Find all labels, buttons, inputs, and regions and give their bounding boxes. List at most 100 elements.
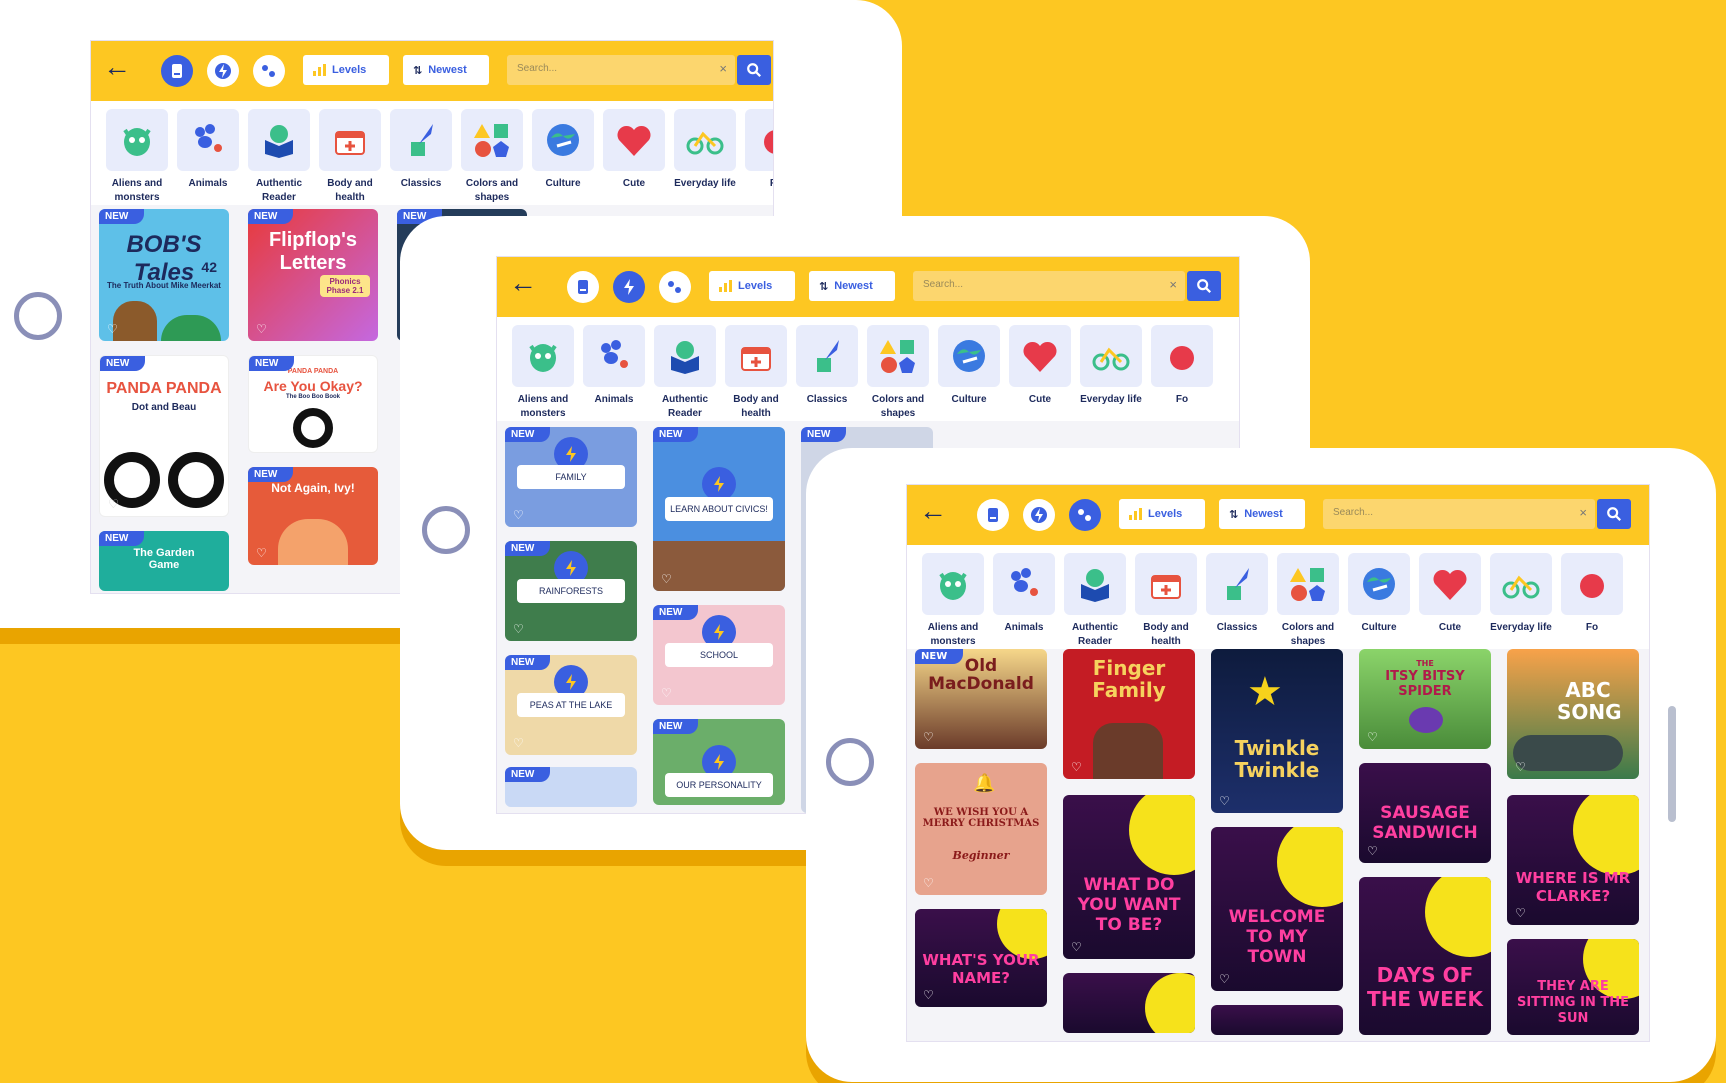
category-animals[interactable]: Animals	[172, 109, 244, 191]
category-fo[interactable]: Fo	[1556, 553, 1628, 635]
lesson-card-family[interactable]: FAMILY NEW ♡	[505, 427, 637, 527]
song-card-what-do-you-want[interactable]: WHAT DO YOU WANT TO BE? ♡	[1063, 795, 1195, 959]
lessons-filter-button[interactable]	[1023, 499, 1055, 531]
category-body-and-health[interactable]: Body and health	[720, 325, 792, 421]
category-culture[interactable]: Culture	[933, 325, 1005, 407]
search-input[interactable]: Search... ×	[507, 55, 771, 85]
favorite-heart-icon[interactable]: ♡	[256, 323, 267, 335]
song-card-whats-your-name[interactable]: WHAT'S YOUR NAME? ♡	[915, 909, 1047, 1007]
song-card-welcome-to-my-town[interactable]: WELCOME TO MY TOWN ♡	[1211, 827, 1343, 991]
category-animals[interactable]: Animals	[988, 553, 1060, 635]
lesson-card-partial-bottom[interactable]: NEW	[505, 767, 637, 807]
category-aliens-and-monsters[interactable]: Aliens and monsters	[101, 109, 173, 205]
favorite-heart-icon[interactable]: ♡	[108, 498, 119, 510]
favorite-heart-icon[interactable]: ♡	[923, 989, 934, 1001]
lesson-card-school[interactable]: SCHOOL NEW ♡	[653, 605, 785, 705]
home-button[interactable]	[826, 738, 874, 786]
search-input[interactable]: Search... ×	[913, 271, 1221, 301]
back-arrow-icon[interactable]: ←	[509, 269, 537, 297]
song-card-where-is-mr-clarke[interactable]: WHERE IS MR CLARKE? ♡	[1507, 795, 1639, 925]
book-card-flipflops-letters[interactable]: Flipflop's Letters Phonics Phase 2.1 NEW…	[248, 209, 378, 341]
category-body-and-health[interactable]: Body and health	[314, 109, 386, 205]
favorite-heart-icon[interactable]: ♡	[513, 737, 524, 749]
clear-search-icon[interactable]: ×	[1169, 277, 1177, 292]
back-arrow-icon[interactable]: ←	[919, 497, 947, 525]
category-culture[interactable]: Culture	[1343, 553, 1415, 635]
favorite-heart-icon[interactable]: ♡	[1367, 845, 1378, 857]
levels-button[interactable]: Levels	[709, 271, 795, 301]
levels-button[interactable]: Levels	[303, 55, 389, 85]
category-classics[interactable]: Classics	[791, 325, 863, 407]
search-button[interactable]	[1187, 271, 1221, 301]
clear-search-icon[interactable]: ×	[719, 61, 727, 76]
song-card-we-wish-you[interactable]: WE WISH YOU A MERRY CHRISTMAS Beginner 🔔…	[915, 763, 1047, 895]
lessons-filter-button[interactable]	[207, 55, 239, 87]
songs-filter-button[interactable]	[253, 55, 285, 87]
category-authentic-reader[interactable]: Authentic Reader	[243, 109, 315, 205]
search-button[interactable]	[737, 55, 771, 85]
favorite-heart-icon[interactable]: ♡	[1515, 761, 1526, 773]
search-input[interactable]: Search... ×	[1323, 499, 1631, 529]
sort-newest-button[interactable]: ⇅ Newest	[403, 55, 489, 85]
book-card-panda-panda[interactable]: PANDA PANDA Dot and Beau NEW ♡	[99, 355, 229, 517]
books-filter-button[interactable]	[161, 55, 193, 87]
category-classics[interactable]: Classics	[385, 109, 457, 191]
favorite-heart-icon[interactable]: ♡	[1071, 761, 1082, 773]
song-card-twinkle-twinkle[interactable]: ★ Twinkle Twinkle ♡	[1211, 649, 1343, 813]
category-aliens-and-monsters[interactable]: Aliens and monsters	[917, 553, 989, 649]
category-colors-and-shapes[interactable]: Colors and shapes	[1272, 553, 1344, 649]
category-fo[interactable]: Fo	[740, 109, 773, 191]
song-card-they-are-sitting[interactable]: THEY ARE SITTING IN THE SUN	[1507, 939, 1639, 1035]
home-button[interactable]	[14, 292, 62, 340]
favorite-heart-icon[interactable]: ♡	[923, 731, 934, 743]
category-animals[interactable]: Animals	[578, 325, 650, 407]
favorite-heart-icon[interactable]: ♡	[661, 573, 672, 585]
home-button[interactable]	[422, 506, 470, 554]
favorite-heart-icon[interactable]: ♡	[1367, 731, 1378, 743]
scrollbar[interactable]	[1668, 706, 1676, 822]
category-cute[interactable]: Cute	[598, 109, 670, 191]
category-cute[interactable]: Cute	[1004, 325, 1076, 407]
books-filter-button[interactable]	[977, 499, 1009, 531]
songs-filter-button[interactable]	[1069, 499, 1101, 531]
book-card-are-you-okay[interactable]: PANDA PANDA Are You Okay? The Boo Boo Bo…	[248, 355, 378, 453]
category-authentic-reader[interactable]: Authentic Reader	[649, 325, 721, 421]
category-everyday-life[interactable]: Everyday life	[1075, 325, 1147, 407]
song-card-sausage-sandwich[interactable]: SAUSAGE SANDWICH ♡	[1359, 763, 1491, 863]
favorite-heart-icon[interactable]: ♡	[923, 877, 934, 889]
song-card-finger-family[interactable]: Finger Family ♡	[1063, 649, 1195, 779]
favorite-heart-icon[interactable]: ♡	[513, 509, 524, 521]
lesson-card-rainforests[interactable]: RAINFORESTS NEW ♡	[505, 541, 637, 641]
song-card-itsy-bitsy-spider[interactable]: THE ITSY BITSY SPIDER ♡	[1359, 649, 1491, 749]
category-colors-and-shapes[interactable]: Colors and shapes	[456, 109, 528, 205]
favorite-heart-icon[interactable]: ♡	[661, 687, 672, 699]
sort-newest-button[interactable]: ⇅ Newest	[1219, 499, 1305, 529]
category-fo[interactable]: Fo	[1146, 325, 1218, 407]
songs-filter-button[interactable]	[659, 271, 691, 303]
category-cute[interactable]: Cute	[1414, 553, 1486, 635]
favorite-heart-icon[interactable]: ♡	[1219, 973, 1230, 985]
lesson-card-learn-about-civics[interactable]: LEARN ABOUT CIVICS! NEW ♡	[653, 427, 785, 591]
category-everyday-life[interactable]: Everyday life	[1485, 553, 1557, 635]
song-card-old-macdonald[interactable]: Old MacDonald NEW ♡	[915, 649, 1047, 749]
category-colors-and-shapes[interactable]: Colors and shapes	[862, 325, 934, 421]
favorite-heart-icon[interactable]: ♡	[1219, 795, 1230, 807]
favorite-heart-icon[interactable]: ♡	[513, 623, 524, 635]
category-aliens-and-monsters[interactable]: Aliens and monsters	[507, 325, 579, 421]
favorite-heart-icon[interactable]: ♡	[107, 323, 118, 335]
favorite-heart-icon[interactable]: ♡	[1071, 941, 1082, 953]
category-body-and-health[interactable]: Body and health	[1130, 553, 1202, 649]
song-card-partial[interactable]	[1063, 973, 1195, 1033]
book-card-bobs-tales[interactable]: BOB'S Tales 42 The Truth About Mike Meer…	[99, 209, 229, 341]
category-culture[interactable]: Culture	[527, 109, 599, 191]
book-card-the-garden-game[interactable]: The Garden Game NEW	[99, 531, 229, 591]
search-button[interactable]	[1597, 499, 1631, 529]
lesson-card-peas-at-the-lake[interactable]: PEAS AT THE LAKE NEW ♡	[505, 655, 637, 755]
sort-newest-button[interactable]: ⇅ Newest	[809, 271, 895, 301]
song-card-abc-song[interactable]: ABC SONG ♡	[1507, 649, 1639, 779]
levels-button[interactable]: Levels	[1119, 499, 1205, 529]
clear-search-icon[interactable]: ×	[1579, 505, 1587, 520]
lessons-filter-button[interactable]	[613, 271, 645, 303]
book-card-not-again-ivy[interactable]: Not Again, Ivy! NEW ♡	[248, 467, 378, 565]
books-filter-button[interactable]	[567, 271, 599, 303]
